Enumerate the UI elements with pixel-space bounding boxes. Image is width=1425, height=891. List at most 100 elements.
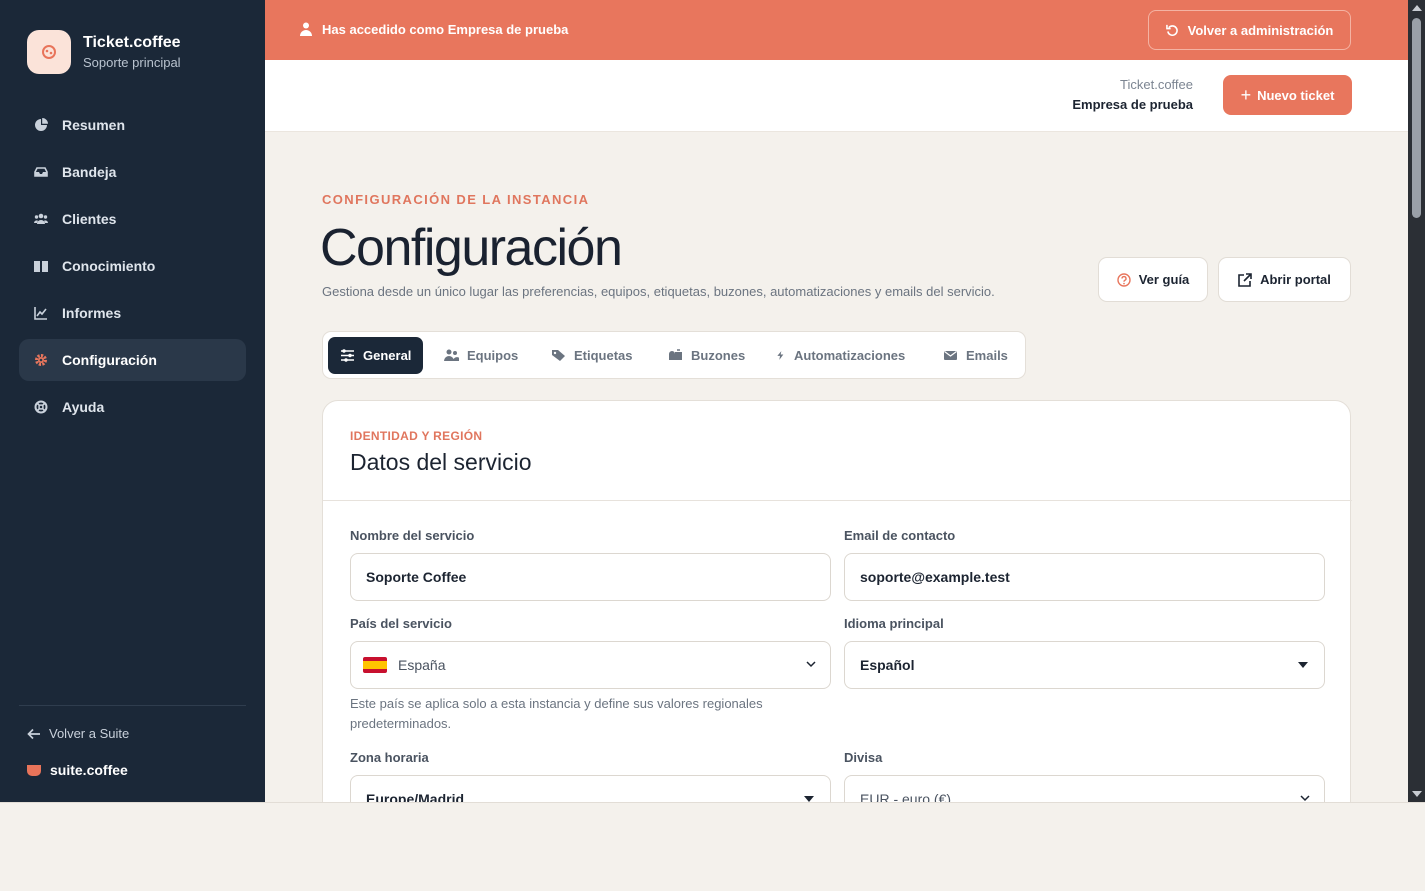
account-org-name: Empresa de prueba [1072, 97, 1193, 112]
back-to-suite-link[interactable]: Volver a Suite [27, 726, 129, 741]
account-app-name: Ticket.coffee [1120, 77, 1193, 92]
line-chart-icon [34, 306, 48, 320]
brand[interactable]: Ticket.coffee Soporte principal [27, 30, 181, 74]
book-icon [34, 259, 48, 273]
sidebar-item-informes[interactable]: Informes [19, 292, 246, 334]
back-to-admin-button[interactable]: Volver a administración [1148, 10, 1351, 50]
arrow-left-icon [27, 728, 40, 739]
brand-logo-icon [27, 30, 71, 74]
page-eyebrow: CONFIGURACIÓN DE LA INSTANCIA [322, 192, 590, 207]
help-circle-icon [1117, 272, 1131, 287]
undo-icon [1165, 24, 1178, 36]
currency-label: Divisa [844, 750, 883, 765]
page-description: Gestiona desde un único lugar las prefer… [322, 284, 995, 299]
tab-buzones[interactable]: Buzones [656, 337, 757, 374]
language-label: Idioma principal [844, 616, 944, 631]
sidebar-item-ayuda[interactable]: Ayuda [19, 386, 246, 428]
country-select[interactable]: España [350, 641, 831, 689]
contact-email-value: soporte@example.test [860, 569, 1010, 585]
country-value: España [398, 657, 446, 673]
page-title: Configuración [320, 219, 623, 277]
card-divider [323, 500, 1352, 501]
coffee-cup-icon [27, 764, 41, 776]
sidebar: Ticket.coffee Soporte principal Resumen … [0, 0, 265, 802]
sidebar-item-label: Bandeja [62, 164, 117, 180]
service-name-value: Soporte Coffee [366, 569, 467, 585]
lifebuoy-icon [34, 400, 48, 414]
currency-select[interactable]: EUR - euro (€) [844, 775, 1325, 802]
tab-label: Equipos [467, 348, 519, 363]
scroll-up-arrow-icon[interactable] [1412, 5, 1422, 11]
language-select[interactable]: Español [844, 641, 1325, 689]
suite-brand[interactable]: suite.coffee [27, 762, 128, 778]
tab-etiquetas[interactable]: Etiquetas [539, 337, 645, 374]
timezone-value: Europe/Madrid [366, 791, 465, 802]
sidebar-item-label: Clientes [62, 211, 117, 227]
tab-general[interactable]: General [328, 337, 424, 374]
brand-subtitle: Soporte principal [83, 55, 181, 70]
sidebar-item-bandeja[interactable]: Bandeja [19, 151, 246, 193]
sidebar-item-label: Resumen [62, 117, 126, 133]
tab-emails[interactable]: Emails [931, 337, 1020, 374]
new-ticket-button[interactable]: + Nuevo ticket [1223, 75, 1352, 115]
users-icon [34, 212, 48, 226]
inbox-icon [34, 165, 48, 179]
card-title: Datos del servicio [350, 449, 532, 475]
sidebar-item-resumen[interactable]: Resumen [19, 104, 246, 146]
suite-brand-name: suite.coffee [50, 762, 128, 778]
chevron-down-icon [806, 661, 816, 668]
impersonation-text: Has accedido como Empresa de prueba [322, 22, 569, 37]
settings-tabs: General Equipos Etiquetas Buzones Automa… [322, 331, 1026, 379]
account-info[interactable]: Ticket.coffee Empresa de prueba [1072, 77, 1193, 112]
contact-email-input[interactable]: soporte@example.test [844, 553, 1325, 601]
tab-equipos[interactable]: Equipos [432, 337, 530, 374]
scroll-thumb[interactable] [1412, 18, 1421, 218]
plus-icon: + [1240, 85, 1252, 105]
tab-label: Etiquetas [574, 348, 633, 363]
country-label: País del servicio [350, 616, 452, 631]
sidebar-item-configuracion[interactable]: Configuración [19, 339, 246, 381]
service-name-input[interactable]: Soporte Coffee [350, 553, 831, 601]
vertical-scrollbar[interactable] [1408, 0, 1425, 802]
sidebar-item-label: Conocimiento [62, 258, 156, 274]
user-icon [300, 22, 312, 36]
external-link-icon [1238, 272, 1252, 287]
sidebar-item-label: Informes [62, 305, 122, 321]
contact-email-label: Email de contacto [844, 528, 956, 543]
envelope-icon [944, 351, 957, 360]
app-window: Ticket.coffee Soporte principal Resumen … [0, 0, 1425, 802]
tab-label: Emails [966, 348, 1008, 363]
top-bar: Ticket.coffee Empresa de prueba + Nuevo … [265, 60, 1408, 132]
timezone-label: Zona horaria [350, 750, 429, 765]
new-ticket-label: Nuevo ticket [1257, 87, 1335, 103]
service-name-label: Nombre del servicio [350, 528, 475, 543]
sidebar-divider [19, 705, 246, 706]
card-eyebrow: IDENTIDAD Y REGIÓN [350, 429, 483, 443]
view-guide-button[interactable]: Ver guía [1098, 257, 1208, 302]
pie-chart-icon [34, 118, 48, 132]
currency-value: EUR - euro (€) [860, 791, 952, 802]
scroll-down-arrow-icon[interactable] [1412, 791, 1422, 797]
sidebar-item-clientes[interactable]: Clientes [19, 198, 246, 240]
sidebar-item-conocimiento[interactable]: Conocimiento [19, 245, 246, 287]
gear-icon [34, 353, 48, 367]
back-to-suite-label: Volver a Suite [49, 726, 130, 741]
language-value: Español [860, 657, 915, 673]
tab-label: Buzones [691, 348, 746, 363]
spain-flag-icon [363, 657, 387, 673]
open-portal-button[interactable]: Abrir portal [1218, 257, 1351, 302]
users-icon [444, 349, 459, 361]
timezone-select[interactable]: Europe/Madrid [350, 775, 831, 802]
open-portal-label: Abrir portal [1260, 272, 1331, 287]
impersonation-banner: Has accedido como Empresa de prueba Volv… [265, 0, 1408, 60]
sidebar-nav: Resumen Bandeja Clientes Conocimiento In… [19, 104, 246, 433]
empty-area-below-window [0, 802, 1425, 891]
chevron-down-icon [1300, 795, 1310, 802]
bolt-icon [777, 351, 784, 360]
view-guide-label: Ver guía [1138, 272, 1190, 287]
sidebar-item-label: Configuración [62, 352, 157, 368]
service-data-card: IDENTIDAD Y REGIÓN Datos del servicio No… [322, 400, 1352, 802]
back-to-admin-label: Volver a administración [1187, 22, 1334, 38]
tab-automatizaciones[interactable]: Automatizaciones [764, 337, 917, 374]
tab-label: General [363, 348, 412, 363]
